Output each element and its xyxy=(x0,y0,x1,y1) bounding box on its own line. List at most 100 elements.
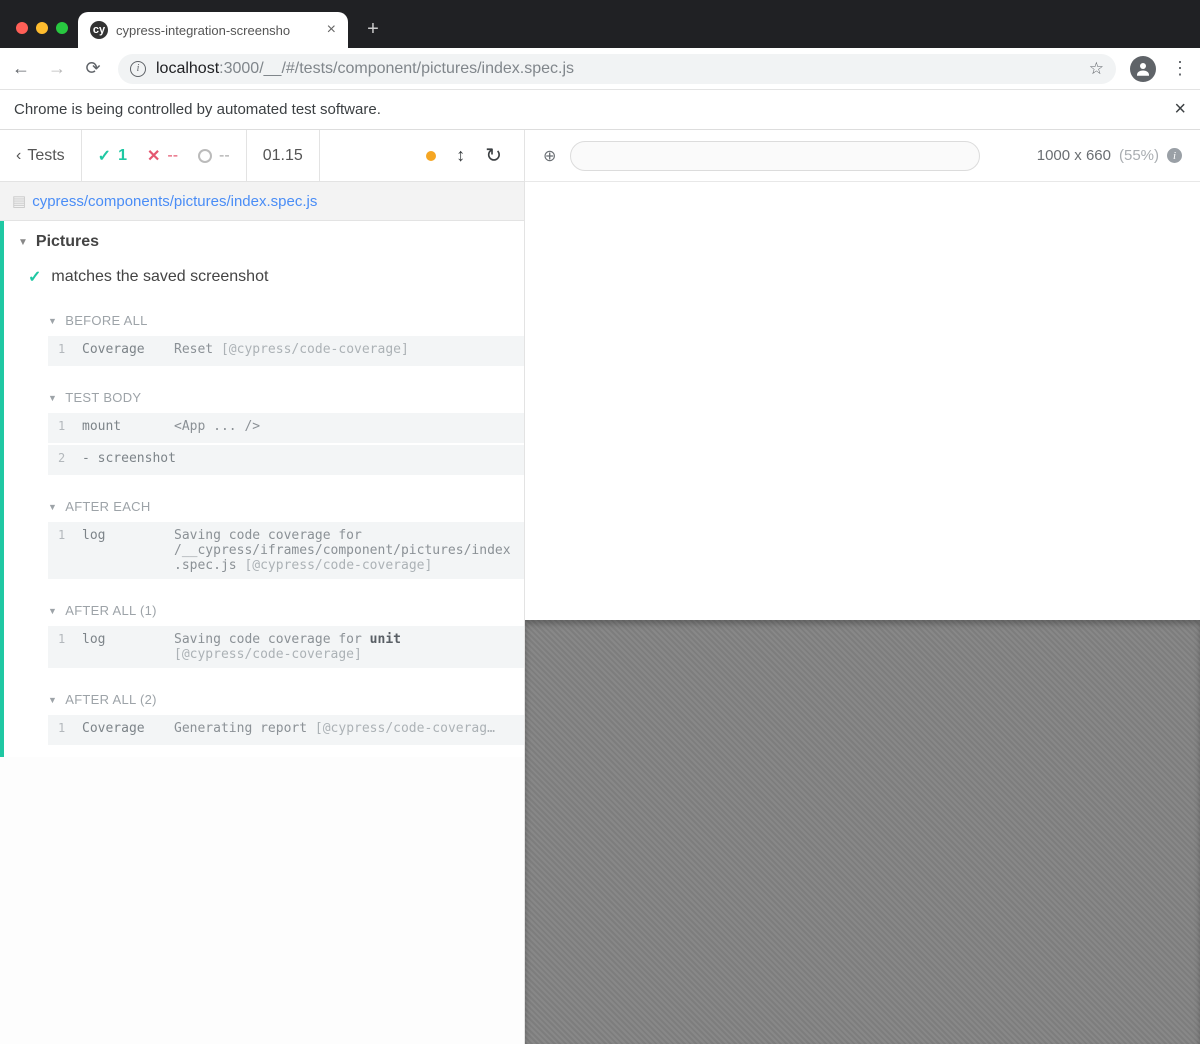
next-prev-icon[interactable]: ↕ xyxy=(456,145,465,166)
hook-header[interactable]: ▼TEST BODY xyxy=(48,384,524,411)
tests-back-button[interactable]: ‹ Tests xyxy=(0,130,82,181)
aut-viewport xyxy=(525,182,1200,1044)
spec-file-bar[interactable]: ▤ cypress/components/pictures/index.spec… xyxy=(0,182,524,221)
banner-close-icon[interactable]: × xyxy=(1174,98,1186,121)
cmd-message: Saving code coverage for unit [@cypress/… xyxy=(174,632,514,662)
forward-button: → xyxy=(46,58,68,79)
caret-down-icon: ▼ xyxy=(48,695,57,705)
command-row[interactable]: 1 Coverage Reset [@cypress/code-coverage… xyxy=(48,336,524,366)
cmd-name: Coverage xyxy=(82,342,160,357)
cmd-num: 1 xyxy=(58,419,68,433)
suite-title[interactable]: ▼ Pictures xyxy=(4,221,524,261)
hook-header[interactable]: ▼AFTER ALL (1) xyxy=(48,597,524,624)
bookmark-star-icon[interactable]: ☆ xyxy=(1089,59,1104,79)
fail-count: -- xyxy=(167,147,178,165)
browser-titlebar: cy cypress-integration-screensho × + xyxy=(0,0,1200,48)
hook-label: BEFORE ALL xyxy=(65,313,147,328)
back-button[interactable]: ← xyxy=(10,58,32,79)
hook-test-body: ▼TEST BODY 1 mount <App ... /> 2 - scree… xyxy=(4,378,524,475)
profile-avatar-icon[interactable] xyxy=(1130,56,1156,82)
duration-cell: 01.15 xyxy=(247,130,320,181)
hook-label: AFTER EACH xyxy=(65,499,150,514)
viewport-scale: (55%) xyxy=(1119,147,1159,164)
address-bar[interactable]: i localhost:3000/__/#/tests/component/pi… xyxy=(118,54,1116,84)
hook-after-all-2: ▼ AFTER ALL (2) 1 Coverage Generating rep… xyxy=(4,680,524,745)
pending-count: -- xyxy=(219,147,230,165)
command-row[interactable]: 2 - screenshot xyxy=(48,445,524,475)
command-row[interactable]: 1 log Saving code coverage for /__cypres… xyxy=(48,522,524,579)
reload-button[interactable]: ⟳ xyxy=(82,58,104,79)
test-stats: ✓1 ✕-- -- xyxy=(82,130,247,181)
caret-down-icon: ▼ xyxy=(18,237,28,248)
aut-url-input[interactable] xyxy=(570,141,980,171)
caret-down-icon: ▼ xyxy=(48,502,57,512)
x-icon: ✕ xyxy=(147,146,160,166)
browser-menu-icon[interactable]: ⋮ xyxy=(1170,58,1190,79)
tab-close-icon[interactable]: × xyxy=(327,21,336,39)
tab-favicon: cy xyxy=(90,21,108,39)
hook-header[interactable]: ▼BEFORE ALL xyxy=(48,307,524,334)
command-list: 1 Coverage Generating report [@cypress/c… xyxy=(48,715,524,745)
hook-before-all: ▼BEFORE ALL 1 Coverage Reset [@cypress/c… xyxy=(4,301,524,366)
cmd-num: 2 xyxy=(58,451,68,465)
minimize-window-icon[interactable] xyxy=(36,22,48,34)
command-list: 1 log Saving code coverage for /__cypres… xyxy=(48,522,524,579)
suite-name: Pictures xyxy=(36,233,99,251)
site-info-icon[interactable]: i xyxy=(130,61,146,77)
automation-banner: Chrome is being controlled by automated … xyxy=(0,90,1200,130)
cmd-message: Reset [@cypress/code-coverage] xyxy=(174,342,514,357)
tests-label: Tests xyxy=(27,147,64,165)
command-list: 1 log Saving code coverage for unit [@cy… xyxy=(48,626,524,668)
spec-body: ▼ Pictures ✓ matches the saved screensho… xyxy=(0,221,524,757)
hook-header[interactable]: ▼ AFTER ALL (2) xyxy=(48,686,524,713)
new-tab-button[interactable]: + xyxy=(358,14,388,44)
window-controls xyxy=(8,22,78,48)
url-path: :3000/__/#/tests/component/pictures/inde… xyxy=(219,60,574,77)
cmd-name: log xyxy=(82,528,160,543)
aut-dimensions: 1000 x 660 (55%) i xyxy=(1037,147,1182,164)
hook-after-all-1: ▼AFTER ALL (1) 1 log Saving code coverag… xyxy=(4,591,524,668)
cmd-name: mount xyxy=(82,419,160,434)
tab-title: cypress-integration-screensho xyxy=(116,23,290,38)
cmd-num: 1 xyxy=(58,342,68,356)
automation-banner-text: Chrome is being controlled by automated … xyxy=(14,101,381,118)
url-host: localhost xyxy=(156,60,219,77)
cmd-num: 1 xyxy=(58,721,68,735)
aut-panel: ⊕ 1000 x 660 (55%) i xyxy=(525,130,1200,1044)
browser-toolbar: ← → ⟳ i localhost:3000/__/#/tests/compon… xyxy=(0,48,1200,90)
spec-file-path: cypress/components/pictures/index.spec.j… xyxy=(32,193,317,210)
check-icon: ✓ xyxy=(28,267,41,287)
cmd-message: Saving code coverage for /__cypress/ifra… xyxy=(174,528,514,573)
cmd-message: Generating report [@cypress/code-coverag… xyxy=(174,721,514,736)
toolbar-right: ↕ ↻ xyxy=(404,130,524,181)
close-window-icon[interactable] xyxy=(16,22,28,34)
circle-icon xyxy=(198,149,212,163)
command-list: 1 Coverage Reset [@cypress/code-coverage… xyxy=(48,336,524,366)
cmd-name: Coverage xyxy=(82,721,160,736)
cmd-message: <App ... /> xyxy=(174,419,514,434)
info-icon[interactable]: i xyxy=(1167,148,1182,163)
duration: 01.15 xyxy=(263,147,303,165)
aut-header: ⊕ 1000 x 660 (55%) i xyxy=(525,130,1200,182)
command-row[interactable]: 1 log Saving code coverage for unit [@cy… xyxy=(48,626,524,668)
hook-label: TEST BODY xyxy=(65,390,141,405)
url-display: localhost:3000/__/#/tests/component/pict… xyxy=(156,60,574,78)
rerun-icon[interactable]: ↻ xyxy=(485,143,502,168)
selector-playground-icon[interactable]: ⊕ xyxy=(543,146,556,166)
aut-background-fill xyxy=(525,620,1200,1044)
cmd-num: 1 xyxy=(58,632,68,646)
stat-pending: -- xyxy=(198,147,230,165)
browser-tab[interactable]: cy cypress-integration-screensho × xyxy=(78,12,348,48)
test-name: matches the saved screenshot xyxy=(51,268,268,286)
cmd-name: - screenshot xyxy=(82,451,176,466)
stat-fail: ✕ -- xyxy=(147,146,178,166)
cmd-name: log xyxy=(82,632,160,647)
hook-header[interactable]: ▼ AFTER EACH xyxy=(48,493,524,520)
status-dot-icon xyxy=(426,151,436,161)
test-row[interactable]: ✓ matches the saved screenshot xyxy=(4,261,524,301)
hook-label: AFTER ALL (2) xyxy=(65,692,157,707)
command-row[interactable]: 1 Coverage Generating report [@cypress/c… xyxy=(48,715,524,745)
maximize-window-icon[interactable] xyxy=(56,22,68,34)
command-list: 1 mount <App ... /> 2 - screenshot xyxy=(48,413,524,475)
command-row[interactable]: 1 mount <App ... /> xyxy=(48,413,524,443)
